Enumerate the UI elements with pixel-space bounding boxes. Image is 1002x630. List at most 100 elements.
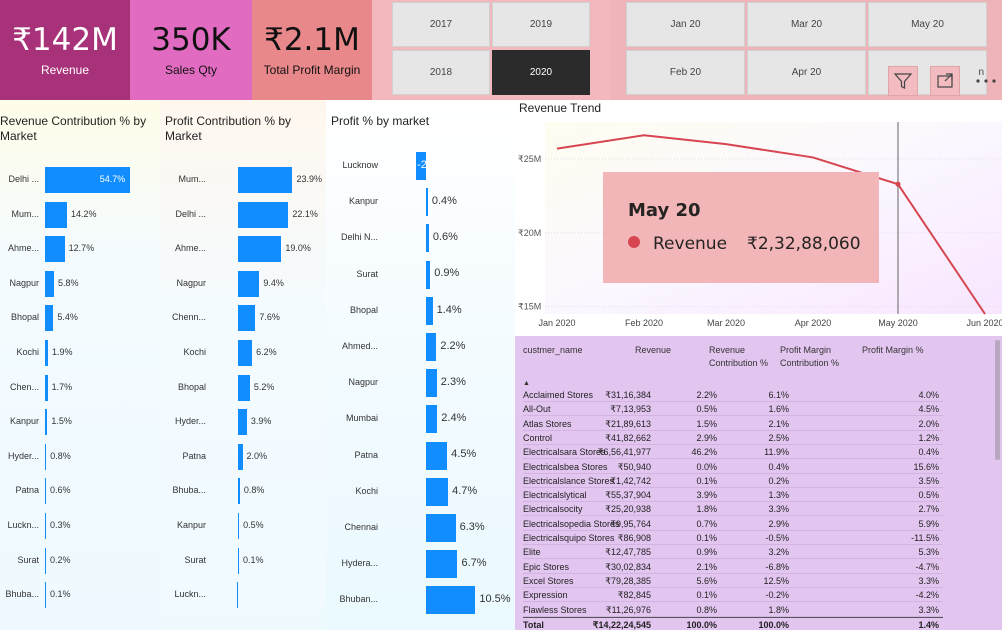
month-option-may[interactable]: May 20 [868,2,987,47]
table-cell: 5.6% [696,575,717,586]
bar-mumbai[interactable] [426,405,438,434]
column-header-profit-margin[interactable]: Profit Margin % [862,344,924,357]
data-label: 0.6% [50,485,71,496]
table-cell: 3.5% [918,475,939,486]
month-option-feb[interactable]: Feb 20 [626,50,745,95]
bar-kochi[interactable] [238,340,253,366]
bar-surat[interactable] [426,260,431,289]
bar-kochi[interactable] [426,477,449,506]
hover-data-point[interactable] [895,181,901,187]
bar-patna[interactable] [45,478,46,505]
table-row[interactable]: Acclaimed Stores ₹31,16,384 2.2% 6.1% 4.0% [523,388,943,402]
bar-luckn[interactable] [237,582,238,609]
table-row[interactable]: Electricalsocity ₹25,20,938 1.8% 3.3% 2.7% [523,502,943,517]
table-cell: ₹31,16,384 [605,390,651,400]
month-option-mar[interactable]: Mar 20 [747,2,866,47]
bar-ahmed[interactable] [426,333,437,361]
table-row[interactable]: Electricalslytical ₹55,37,904 3.9% 1.3% 0.5% [523,488,943,503]
x-tick-label: Feb 2020 [625,318,663,328]
table-row[interactable]: Electricalsara Stores ₹6,56,41,977 46.2% 11… [523,445,943,460]
table-cell: 1.2% [918,432,939,443]
table-row[interactable]: Epic Stores ₹30,02,834 2.1% -6.8% -4.7% [523,560,943,574]
column-header-revenue[interactable]: Revenue [635,344,671,357]
filter-icon [893,73,913,89]
table-total-row[interactable]: Total ₹14,22,24,545 100.0% 100.0% 1.4% [523,617,943,630]
column-header-customer[interactable]: custmer_name [523,344,583,357]
bar-bhuba[interactable] [45,582,46,609]
bar-mum[interactable] [238,167,293,193]
bar-mum[interactable] [45,201,67,228]
table-cell: 1.8% [696,504,717,515]
table-row[interactable]: Flawless Stores ₹11,26,976 0.8% 1.8% 3.3% [523,603,943,617]
bar-surat[interactable] [238,547,239,574]
table-row[interactable]: Control ₹41,82,662 2.9% 2.5% 1.2% [523,431,943,445]
bar-kanpur[interactable] [45,409,48,436]
bar-bhopal[interactable] [238,374,250,401]
bar-luckn[interactable] [45,513,46,539]
table-row[interactable]: Excel Stores ₹79,28,385 5.6% 12.5% 3.3% [523,574,943,588]
table-cell: Electricalsara Stores [523,447,606,458]
bar-chenn[interactable] [238,305,256,332]
more-options-icon [976,79,996,83]
more-options-button[interactable] [972,66,1000,96]
bar-hyder[interactable] [238,409,247,436]
table-cell: ₹50,940 [617,461,651,472]
bar-kanpur[interactable] [238,513,240,539]
bar-ahme[interactable] [45,236,65,263]
table-row[interactable]: Electricalsquipo Stores ₹86,908 0.1% -0.5% -… [523,531,943,545]
bar-bhopal[interactable] [45,305,54,332]
bar-nagpur[interactable] [45,270,54,297]
bar-bhuban[interactable] [426,586,476,615]
category-label: Luckn... [7,520,39,530]
table-row[interactable]: Electricalslance Stores ₹1,42,742 0.1% 0.2%… [523,474,943,488]
data-label: 0.8% [50,450,71,461]
bar-delhi[interactable] [238,201,289,228]
bar-nagpur[interactable] [426,369,437,398]
data-label: 0.4% [431,195,457,208]
table-scrollbar[interactable] [995,340,1000,460]
column-header-revenue-contribution[interactable]: Revenue Contribution % [709,344,773,370]
data-label: 1.9% [51,347,73,357]
data-label: 2.4% [441,412,467,425]
table-row[interactable]: Electricalsopedia Stores ₹9,95,764 0.7% 2.9… [523,517,943,531]
bar-delhi-n[interactable] [426,224,429,253]
profit-contribution-chart: Profit Contribution % by Market Mum... 23… [160,100,326,630]
year-option-2020[interactable]: 2020 [492,50,590,95]
bar-ahme[interactable] [238,236,282,263]
bar-bhuba[interactable] [238,478,240,505]
table-row[interactable]: Electricalsbea Stores ₹50,940 0.0% 0.4% 15.6… [523,460,943,474]
table-row[interactable]: Elite ₹12,47,785 0.9% 3.2% 5.3% [523,545,943,560]
category-label: Bhuba... [172,485,206,496]
bar-nagpur[interactable] [238,270,260,297]
bar-patna[interactable] [238,443,243,470]
data-label: 0.6% [432,231,458,244]
year-option-2018[interactable]: 2018 [392,50,490,95]
filter-button[interactable] [888,66,918,96]
month-option-jan[interactable]: Jan 20 [626,2,745,47]
bar-chen[interactable] [45,374,48,401]
bar-kanpur[interactable] [426,188,428,217]
focus-mode-button[interactable] [930,66,960,96]
bar-kochi[interactable] [45,340,48,366]
revenue-kpi-label: Revenue [40,63,90,78]
table-row[interactable]: Expression ₹82,845 0.1% -0.2% -4.2% [523,588,943,603]
table-cell: 5.9% [918,518,939,529]
data-label: 6.7% [461,557,487,570]
tooltip-series-dot [628,236,640,248]
bar-surat[interactable] [45,547,46,574]
table-row[interactable]: All-Out ₹7,13,953 0.5% 1.6% 4.5% [523,402,943,417]
data-label: 6.2% [256,347,277,357]
bar-hydera[interactable] [426,550,458,579]
bar-chennai[interactable] [426,514,456,542]
bar-patna[interactable] [426,441,448,470]
year-option-2017[interactable]: 2017 [392,2,490,47]
month-option-partial[interactable]: n [868,50,987,95]
data-label: 0.1% [50,589,71,600]
column-header-profit-margin-contribution[interactable]: Profit Margin Contribution % [780,344,854,370]
bar-bhopal[interactable] [426,296,433,325]
table-row[interactable]: Atlas Stores ₹21,89,613 1.5% 2.1% 2.0% [523,417,943,431]
revenue-tooltip: May 20 Revenue ₹2,32,88,060 [603,172,879,283]
month-option-apr[interactable]: Apr 20 [747,50,866,95]
bar-hyder[interactable] [45,443,47,470]
year-option-2019[interactable]: 2019 [492,2,590,47]
